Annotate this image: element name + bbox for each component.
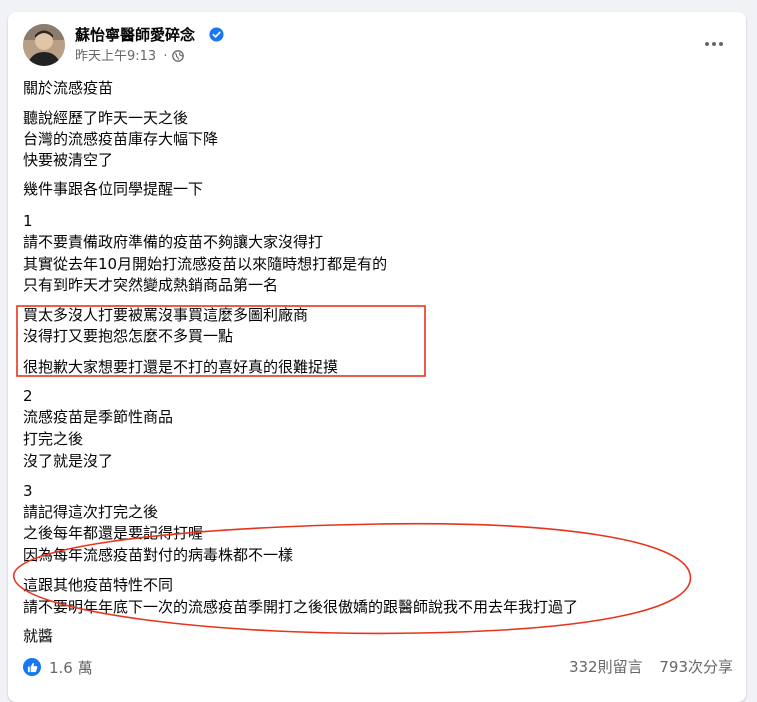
post-text-line: 打完之後 (23, 430, 84, 448)
author-name[interactable]: 蘇怡寧醫師愛碎念 (75, 25, 195, 45)
post-text-line: 因為每年流感疫苗對付的病毒株都不一樣 (23, 546, 294, 564)
engagement-stats: 332則留言 793次分享 (557, 657, 733, 677)
post-text-line: 就醬 (23, 627, 54, 645)
more-dot (719, 42, 723, 46)
reactions-summary[interactable]: 1.6 萬 (23, 657, 93, 677)
timestamp[interactable]: 昨天上午9:13 (75, 49, 156, 64)
post-text-line: 快要被清空了 (23, 151, 114, 169)
avatar[interactable] (23, 24, 65, 66)
post-meta: 昨天上午9:13 · (75, 49, 170, 65)
post-text-line: 關於流感疫苗 (23, 79, 114, 97)
post-text-line: 聽說經歷了昨天一天之後 (23, 109, 189, 127)
post-text-line: 1 (23, 212, 33, 230)
post-text-line: 買太多沒人打要被罵沒事買這麼多圖利廠商 (23, 306, 309, 324)
meta-separator: · (163, 49, 168, 64)
post-card: 蘇怡寧醫師愛碎念 昨天上午9:13 · 關於流感疫苗 聽說經歷了昨天一天之後 台… (8, 12, 746, 702)
post-text-line: 只有到昨天才突然變成熱銷商品第一名 (23, 276, 279, 294)
post-text-line: 很抱歉大家想要打還是不打的喜好真的很難捉摸 (23, 358, 339, 376)
post-text-line: 沒了就是沒了 (23, 452, 114, 470)
post-text-line: 沒得打又要抱怨怎麼不多買一點 (23, 327, 234, 345)
post-text-line: 請不要明年年底下一次的流感疫苗季開打之後很傲嬌的跟醫師說我不用去年我打過了 (23, 598, 579, 616)
post-text-line: 其實從去年10月開始打流感疫苗以來隨時想打都是有的 (23, 255, 388, 273)
more-options-button[interactable] (694, 28, 734, 60)
post-text-line: 流感疫苗是季節性商品 (23, 408, 174, 426)
post-text-line: 之後每年都還是要記得打喔 (23, 524, 204, 542)
verified-badge-icon (209, 27, 224, 42)
post-text-line: 2 (23, 387, 33, 405)
reactions-count: 1.6 萬 (49, 658, 93, 677)
more-dot (712, 42, 716, 46)
post-text-line: 請記得這次打完之後 (23, 503, 159, 521)
globe-icon (172, 50, 184, 62)
post-text-line: 這跟其他疫苗特性不同 (23, 576, 174, 594)
shares-count[interactable]: 793次分享 (659, 658, 733, 676)
post-text-line: 台灣的流感疫苗庫存大幅下降 (23, 130, 219, 148)
like-icon (23, 658, 41, 676)
post-text-line: 幾件事跟各位同學提醒一下 (23, 180, 204, 198)
comments-count[interactable]: 332則留言 (569, 658, 643, 676)
post-text-line: 3 (23, 482, 33, 500)
post-text-line: 請不要責備政府準備的疫苗不夠讓大家沒得打 (23, 233, 324, 251)
more-dot (705, 42, 709, 46)
